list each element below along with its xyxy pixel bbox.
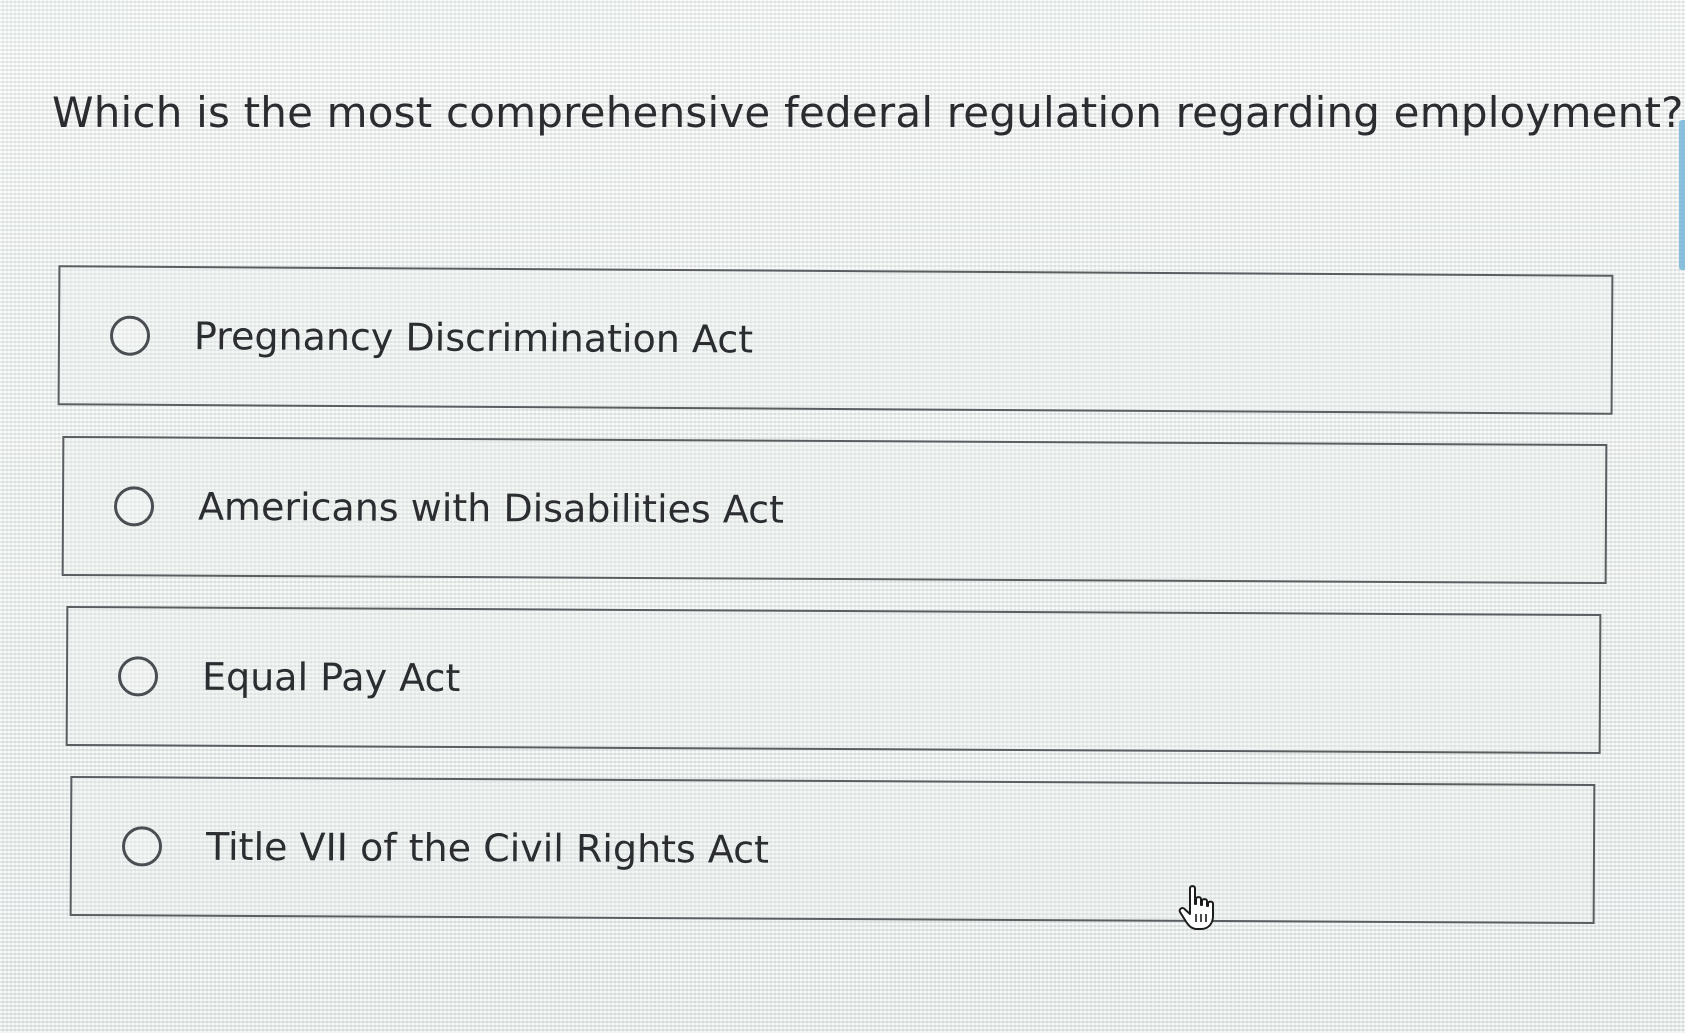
quiz-screen: Which is the most comprehensive federal … — [0, 0, 1685, 1033]
option-label: Title VII of the Civil Rights Act — [205, 824, 770, 872]
radio-button-icon[interactable] — [109, 315, 151, 356]
radio-button-icon[interactable] — [113, 486, 155, 527]
radio-button-icon[interactable] — [117, 656, 159, 697]
option-equal-pay-act[interactable]: Equal Pay Act — [65, 605, 1602, 755]
option-label: Equal Pay Act — [201, 654, 461, 701]
option-label: Americans with Disabilities Act — [197, 484, 785, 532]
hand-pointer-icon — [1178, 885, 1214, 930]
window-edge-strip — [1679, 120, 1685, 270]
option-title-vii-civil-rights-act[interactable]: Title VII of the Civil Rights Act — [69, 776, 1596, 924]
answer-options-list: Pregnancy Discrimination Act Americans w… — [57, 265, 1614, 950]
radio-button-icon[interactable] — [121, 826, 163, 867]
option-americans-with-disabilities-act[interactable]: Americans with Disabilities Act — [61, 435, 1608, 585]
option-label: Pregnancy Discrimination Act — [193, 314, 754, 362]
option-pregnancy-discrimination-act[interactable]: Pregnancy Discrimination Act — [57, 265, 1614, 415]
question-text: Which is the most comprehensive federal … — [52, 88, 1684, 137]
